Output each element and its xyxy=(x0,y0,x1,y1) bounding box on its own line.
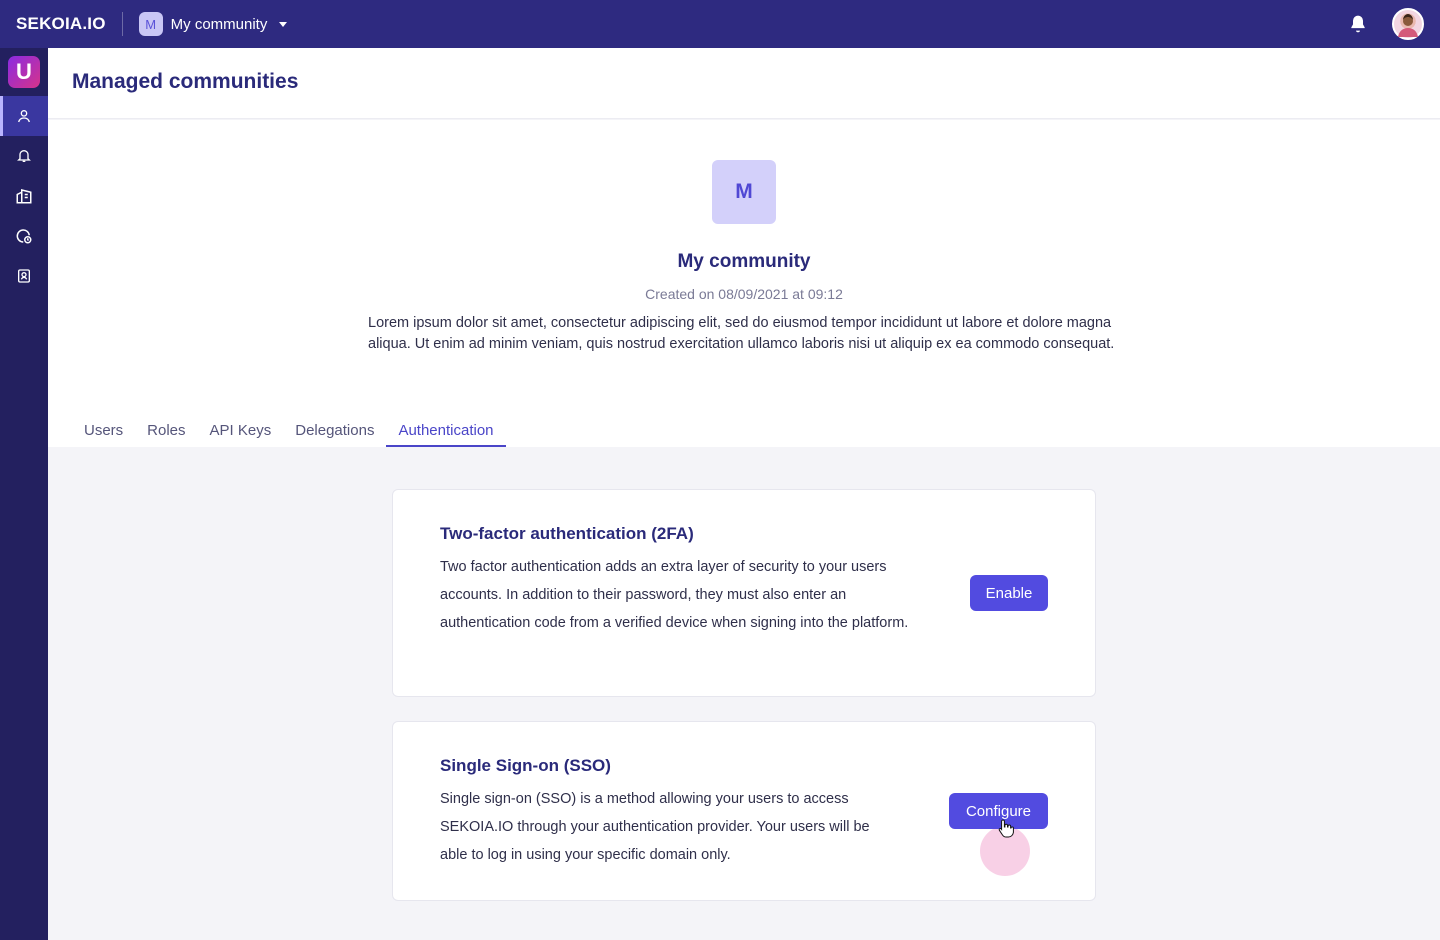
tab-delegations[interactable]: Delegations xyxy=(283,420,386,447)
community-avatar-large: M xyxy=(712,160,776,224)
page-header: Managed communities xyxy=(48,48,1440,119)
community-switcher[interactable]: M My community xyxy=(138,12,288,36)
sidebar-item-intelligence[interactable] xyxy=(0,216,48,256)
community-details: M My community Created on 08/09/2021 at … xyxy=(48,120,1440,447)
community-name: My community xyxy=(677,251,811,272)
page-title: Managed communities xyxy=(72,70,299,93)
tab-roles[interactable]: Roles xyxy=(135,420,197,447)
twofa-title: Two-factor authentication (2FA) xyxy=(440,524,694,543)
sso-card: Single Sign-on (SSO) Single sign-on (SSO… xyxy=(392,721,1096,901)
tab-users[interactable]: Users xyxy=(72,420,135,447)
notifications-bell-icon[interactable] xyxy=(1342,8,1374,40)
bell-icon xyxy=(17,150,31,162)
community-switcher-label: My community xyxy=(170,15,268,33)
sidebar-item-assets[interactable] xyxy=(0,176,48,216)
sso-title: Single Sign-on (SSO) xyxy=(440,756,611,775)
enable-2fa-button[interactable]: Enable xyxy=(970,575,1048,611)
twofa-description: Two factor authentication adds an extra … xyxy=(440,559,909,631)
community-avatar: M xyxy=(138,12,163,36)
app-logo[interactable]: U xyxy=(8,56,40,88)
top-bar: SEKOIA.IO M My community xyxy=(0,0,1440,48)
tab-bar: Users Roles API Keys Delegations Authent… xyxy=(72,420,506,447)
user-icon xyxy=(18,110,30,123)
twofa-card: Two-factor authentication (2FA) Two fact… xyxy=(392,489,1096,697)
tab-api-keys[interactable]: API Keys xyxy=(198,420,284,447)
user-avatar[interactable] xyxy=(1392,8,1424,40)
top-right-actions xyxy=(1342,8,1424,40)
hand-cursor-icon xyxy=(998,819,1014,838)
sidebar: U xyxy=(0,48,48,940)
community-description: Lorem ipsum dolor sit amet, consectetur … xyxy=(368,315,1115,352)
caret-down-icon xyxy=(279,21,288,27)
main-content: Managed communities M My community Creat… xyxy=(48,48,1440,940)
shield-clock-icon xyxy=(16,229,32,244)
buildings-icon xyxy=(16,189,32,204)
brand-logo[interactable]: SEKOIA.IO xyxy=(16,14,106,34)
tab-authentication[interactable]: Authentication xyxy=(386,420,506,447)
sidebar-item-contacts[interactable] xyxy=(0,256,48,296)
sidebar-item-users[interactable] xyxy=(0,96,48,136)
divider xyxy=(121,12,123,36)
sso-description: Single sign-on (SSO) is a method allowin… xyxy=(440,791,870,863)
sidebar-item-alerts[interactable] xyxy=(0,136,48,176)
created-date: Created on 08/09/2021 at 09:12 xyxy=(645,286,843,302)
contact-card-icon xyxy=(18,269,30,283)
